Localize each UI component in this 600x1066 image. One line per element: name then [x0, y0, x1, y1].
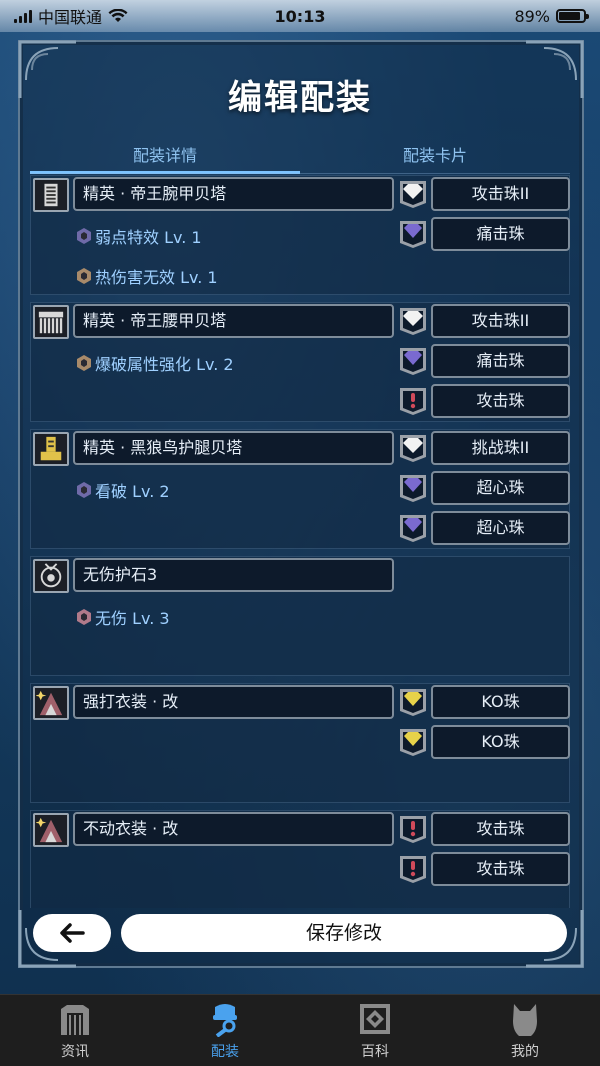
jewel-slot: 攻击珠II — [395, 304, 570, 338]
wifi-icon — [108, 9, 128, 22]
slot-lv2-icon — [397, 687, 429, 717]
jewel-slot: 攻击珠 — [395, 852, 570, 886]
mantle-icon — [33, 813, 69, 847]
skill-row: 热伤害无效 Lv. 1 — [75, 264, 218, 288]
arrow-left-icon — [60, 923, 85, 943]
equipment-list[interactable]: 精英 · 帝王腕甲贝塔弱点特效 Lv. 1 热伤害无效 Lv. 1 攻击珠II 痛击珠… — [30, 175, 570, 908]
jewel-slot: 超心珠 — [395, 471, 570, 505]
slot-lv3-icon — [397, 219, 429, 249]
skill-row: 爆破属性强化 Lv. 2 — [75, 351, 234, 375]
slot-lv4-icon — [397, 306, 429, 336]
equipment-name[interactable]: 精英 · 帝王腕甲贝塔 — [73, 177, 394, 211]
jewel-slot: 挑战珠II — [395, 431, 570, 465]
jewel-button[interactable]: 痛击珠 — [431, 344, 570, 378]
slot-lv1-icon — [397, 854, 429, 884]
equipment-card[interactable]: 精英 · 帝王腰甲贝塔爆破属性强化 Lv. 2 攻击珠II 痛击珠攻击珠 — [30, 302, 570, 422]
jewel-button[interactable]: 超心珠 — [431, 471, 570, 505]
jewel-slot: KO珠 — [395, 725, 570, 759]
tabs-divider — [30, 173, 570, 174]
jewel-slot: 攻击珠 — [395, 384, 570, 418]
equipment-name[interactable]: 无伤护石3 — [73, 558, 394, 592]
skill-row: 弱点特效 Lv. 1 — [75, 224, 202, 248]
back-button[interactable] — [33, 914, 111, 952]
battery-icon — [556, 9, 589, 23]
tab-armor-set[interactable]: 配装 — [150, 995, 300, 1066]
tab-news-label: 资讯 — [61, 1044, 89, 1060]
equipment-card[interactable]: 强打衣装 · 改 KO珠 KO珠 — [30, 683, 570, 803]
save-button[interactable]: 保存修改 — [121, 914, 567, 952]
jewel-button[interactable]: 攻击珠 — [431, 812, 570, 846]
tab-bar-top: 配装详情 配装卡片 — [30, 138, 570, 174]
status-bar: 中国联通 10:13 89% — [0, 0, 600, 32]
jewel-slot: KO珠 — [395, 685, 570, 719]
jewel-slot: 痛击珠 — [395, 344, 570, 378]
slot-lv4-icon — [397, 433, 429, 463]
jewel-slot: 攻击珠 — [395, 812, 570, 846]
skill-icon — [77, 228, 91, 244]
profile-cat-icon — [513, 1004, 537, 1036]
jewel-button[interactable]: 攻击珠II — [431, 177, 570, 211]
jewel-button[interactable]: 攻击珠 — [431, 384, 570, 418]
skill-icon — [77, 268, 91, 284]
armor-set-icon — [213, 1004, 237, 1037]
equipment-name[interactable]: 精英 · 帝王腰甲贝塔 — [73, 304, 394, 338]
slot-lv3-icon — [397, 473, 429, 503]
jewel-slot: 超心珠 — [395, 511, 570, 545]
skill-row: 无伤 Lv. 3 — [75, 605, 170, 629]
tab-encyclopedia-label: 百科 — [361, 1044, 389, 1060]
skill-icon — [77, 355, 91, 371]
skill-row: 看破 Lv. 2 — [75, 478, 170, 502]
tab-encyclopedia[interactable]: 百科 — [300, 995, 450, 1066]
slot-lv4-icon — [397, 179, 429, 209]
tab-details[interactable]: 配装详情 — [30, 138, 300, 174]
jewel-button[interactable]: 攻击珠 — [431, 852, 570, 886]
jewel-button[interactable]: 痛击珠 — [431, 217, 570, 251]
encyclopedia-icon — [360, 1004, 390, 1034]
charm-icon — [33, 559, 69, 593]
equipment-name[interactable]: 不动衣装 · 改 — [73, 812, 394, 846]
skill-label: 热伤害无效 Lv. 1 — [95, 268, 218, 287]
skill-icon — [77, 609, 91, 625]
slot-lv1-icon — [397, 386, 429, 416]
signal-icon — [14, 9, 32, 23]
jewel-button[interactable]: 攻击珠II — [431, 304, 570, 338]
news-gate-icon — [61, 1005, 89, 1035]
tab-armor-set-label: 配装 — [211, 1044, 239, 1060]
slot-lv1-icon — [397, 814, 429, 844]
carrier-label: 中国联通 — [38, 8, 103, 27]
jewel-button[interactable]: KO珠 — [431, 685, 570, 719]
jewel-button[interactable]: 挑战珠II — [431, 431, 570, 465]
equipment-card[interactable]: 精英 · 黑狼鸟护腿贝塔 看破 Lv. 2 挑战珠II 超心珠 超心珠 — [30, 429, 570, 549]
equipment-card[interactable]: 精英 · 帝王腕甲贝塔弱点特效 Lv. 1 热伤害无效 Lv. 1 攻击珠II 痛击珠 — [30, 175, 570, 295]
skill-icon — [77, 482, 91, 498]
equipment-name[interactable]: 精英 · 黑狼鸟护腿贝塔 — [73, 431, 394, 465]
skill-label: 爆破属性强化 Lv. 2 — [95, 355, 234, 374]
skill-label: 弱点特效 Lv. 1 — [95, 228, 202, 247]
tab-news[interactable]: 资讯 — [0, 995, 150, 1066]
jewel-button[interactable]: KO珠 — [431, 725, 570, 759]
slot-lv3-icon — [397, 346, 429, 376]
waist-armor-icon — [33, 305, 69, 339]
battery-percent: 89% — [514, 6, 550, 26]
mantle-icon — [33, 686, 69, 720]
jewel-slot: 攻击珠II — [395, 177, 570, 211]
arm-armor-icon — [33, 178, 69, 212]
tab-card[interactable]: 配装卡片 — [300, 138, 570, 174]
bottom-tab-bar: 资讯 配装 百科 我的 — [0, 994, 600, 1066]
skill-label: 看破 Lv. 2 — [95, 482, 170, 501]
slot-lv3-icon — [397, 513, 429, 543]
slot-lv2-icon — [397, 727, 429, 757]
tab-profile[interactable]: 我的 — [450, 995, 600, 1066]
clock: 10:13 — [274, 6, 326, 26]
skill-label: 无伤 Lv. 3 — [95, 609, 170, 628]
equipment-name[interactable]: 强打衣装 · 改 — [73, 685, 394, 719]
jewel-button[interactable]: 超心珠 — [431, 511, 570, 545]
equipment-card[interactable]: 无伤护石3 无伤 Lv. 3 — [30, 556, 570, 676]
jewel-slot: 痛击珠 — [395, 217, 570, 251]
equipment-card[interactable]: 不动衣装 · 改攻击珠 攻击珠 — [30, 810, 570, 908]
page-title: 编辑配装 — [228, 78, 372, 118]
leg-armor-icon — [33, 432, 69, 466]
tab-profile-label: 我的 — [511, 1044, 539, 1060]
